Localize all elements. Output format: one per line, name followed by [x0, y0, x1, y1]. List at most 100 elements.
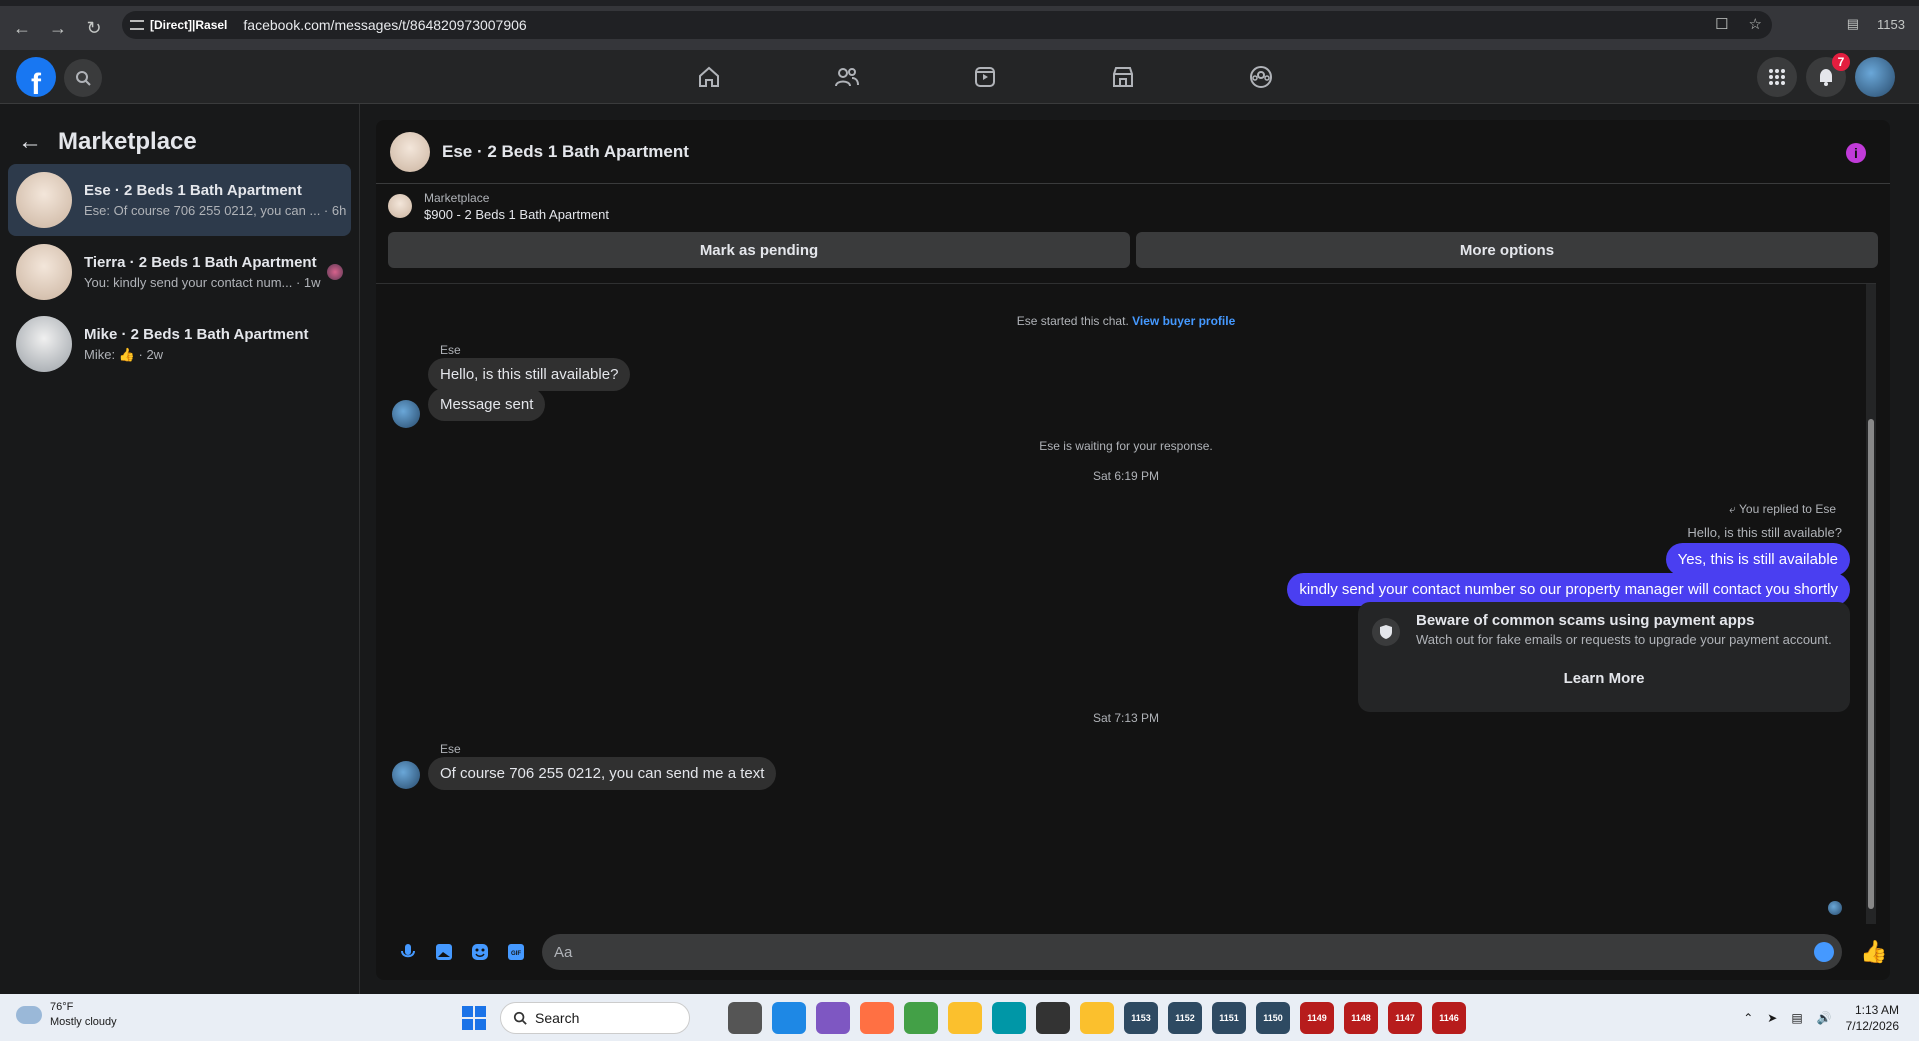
listing-small-thumbnail [388, 194, 412, 218]
conversation-item-ese[interactable]: Ese · 2 Beds 1 Bath Apartment Ese: Of co… [8, 164, 351, 236]
browser-profile-icon[interactable]: 1149 [1300, 1002, 1334, 1034]
reload-icon[interactable]: ↻ [80, 14, 108, 42]
profile-label: 1148 [1351, 1013, 1371, 1023]
browser-profile-icon[interactable]: 1146 [1432, 1002, 1466, 1034]
message-composer: GIF Aa 👍 [376, 932, 1890, 972]
site-info-chip[interactable]: [Direct]|Rasel [130, 18, 227, 32]
profile-label: 1150 [1263, 1013, 1283, 1023]
quoted-message[interactable]: Hello, is this still available? [1687, 525, 1842, 540]
nav-gaming[interactable] [1192, 50, 1330, 104]
nav-friends[interactable] [778, 50, 916, 104]
message-sender: Ese [440, 343, 461, 357]
gif-icon[interactable]: GIF [498, 943, 534, 961]
facebook-logo-letter: f [31, 68, 41, 97]
conversation-item-mike[interactable]: Mike · 2 Beds 1 Bath Apartment Mike: 👍 ·… [8, 308, 351, 380]
search-button[interactable] [64, 59, 102, 97]
nav-home[interactable] [640, 50, 778, 104]
nav-video[interactable] [916, 50, 1054, 104]
url-text[interactable]: facebook.com/messages/t/864820973007906 [243, 17, 526, 33]
profile-label: 1146 [1439, 1013, 1459, 1023]
task-view-icon[interactable] [728, 1002, 762, 1034]
profile-label: 1151 [1219, 1013, 1239, 1023]
thumbs-up-icon: 👍 [118, 346, 135, 362]
install-icon[interactable]: ☐ [1715, 15, 1728, 33]
incoming-message[interactable]: Message sent [428, 388, 546, 421]
listing-thumbnail [16, 316, 72, 372]
notifications-button[interactable]: 7 [1806, 53, 1850, 97]
windows-taskbar: 76°F Mostly cloudy Search 1153 1152 1151… [0, 994, 1919, 1041]
app-icon[interactable] [992, 1002, 1026, 1034]
taskbar-clock[interactable]: 1:13 AM 7/12/2026 [1846, 1002, 1899, 1034]
app-icon[interactable] [816, 1002, 850, 1034]
sender-avatar[interactable] [392, 400, 420, 428]
chrome-icon[interactable] [1080, 1002, 1114, 1034]
extensions-icon[interactable]: ▤ [1847, 16, 1859, 32]
browser-profile-icon[interactable]: 1152 [1168, 1002, 1202, 1034]
nav-marketplace[interactable] [1054, 50, 1192, 104]
view-buyer-profile-link[interactable]: View buyer profile [1132, 314, 1235, 328]
chat-title[interactable]: Ese · 2 Beds 1 Bath Apartment [442, 142, 689, 162]
search-icon [513, 1011, 527, 1025]
learn-more-button[interactable]: Learn More [1358, 670, 1850, 687]
app-icon[interactable] [1036, 1002, 1070, 1034]
emoji-icon[interactable] [1814, 942, 1834, 962]
back-icon[interactable]: ← [8, 14, 36, 42]
scrollbar[interactable] [1866, 284, 1876, 924]
scam-warning-card: Beware of common scams using payment app… [1358, 602, 1850, 712]
sticker-icon[interactable] [462, 943, 498, 961]
reply-indicator-text: You replied to Ese [1739, 502, 1836, 516]
forward-icon[interactable]: → [44, 14, 72, 42]
profile-label: 1147 [1395, 1013, 1415, 1023]
more-options-button[interactable]: More options [1136, 232, 1878, 268]
app-icon[interactable] [904, 1002, 938, 1034]
outgoing-message[interactable]: Yes, this is still available [1665, 543, 1850, 576]
conversation-title: Tierra · 2 Beds 1 Bath Apartment [84, 254, 317, 271]
message-list: Ese started this chat. View buyer profil… [376, 283, 1876, 924]
chat-header: Ese · 2 Beds 1 Bath Apartment i [376, 120, 1890, 184]
photo-icon[interactable] [426, 943, 462, 961]
windows-start-icon[interactable] [462, 1006, 486, 1030]
browser-profile-icon[interactable]: 1153 [1124, 1002, 1158, 1034]
firefox-icon[interactable] [860, 1002, 894, 1034]
info-icon[interactable]: i [1846, 143, 1866, 163]
menu-button[interactable] [1757, 57, 1797, 97]
conversation-sidebar: ← Marketplace Ese · 2 Beds 1 Bath Apartm… [0, 104, 360, 994]
microphone-icon[interactable] [390, 943, 426, 961]
chat-thumbnail[interactable] [390, 131, 430, 172]
scam-warning-title: Beware of common scams using payment app… [1416, 612, 1755, 629]
chrome-icon[interactable] [948, 1002, 982, 1034]
edge-icon[interactable] [772, 1002, 806, 1034]
profile-avatar[interactable] [1855, 57, 1895, 97]
like-icon[interactable]: 👍 [1860, 939, 1887, 965]
marketplace-icon [1113, 67, 1133, 87]
send-icon[interactable]: ➤ [1767, 1011, 1777, 1025]
browser-profile-icon[interactable]: 1148 [1344, 1002, 1378, 1034]
mark-pending-button[interactable]: Mark as pending [388, 232, 1130, 268]
tab-strip [0, 0, 1919, 6]
network-icon[interactable]: ▤ [1791, 1011, 1802, 1025]
weather-widget[interactable]: 76°F Mostly cloudy [16, 1000, 117, 1030]
browser-profile-icon[interactable]: 1150 [1256, 1002, 1290, 1034]
notification-badge: 7 [1832, 53, 1850, 71]
volume-icon[interactable]: 🔊 [1817, 1011, 1832, 1025]
address-bar[interactable]: [Direct]|Rasel facebook.com/messages/t/8… [122, 11, 1772, 39]
tab-count[interactable]: 1153 [1877, 17, 1905, 32]
back-arrow-icon[interactable]: ← [18, 128, 42, 156]
taskbar-search[interactable]: Search [500, 1002, 690, 1034]
conversation-item-tierra[interactable]: Tierra · 2 Beds 1 Bath Apartment You: ki… [8, 236, 351, 308]
profile-label: 1149 [1307, 1013, 1327, 1023]
message-input[interactable]: Aa [542, 934, 1842, 970]
bookmark-star-icon[interactable]: ☆ [1749, 15, 1762, 33]
incoming-message[interactable]: Of course 706 255 0212, you can send me … [428, 757, 777, 790]
friends-icon [835, 68, 859, 87]
cloud-icon [16, 1006, 42, 1024]
scrollbar-thumb[interactable] [1868, 419, 1874, 909]
sender-avatar[interactable] [392, 761, 420, 789]
browser-profile-icon[interactable]: 1151 [1212, 1002, 1246, 1034]
preview-sender: Mike: [84, 346, 116, 362]
incoming-message[interactable]: Hello, is this still available? [428, 358, 631, 391]
browser-profile-icon[interactable]: 1147 [1388, 1002, 1422, 1034]
chevron-up-icon[interactable]: ⌃ [1743, 1011, 1753, 1025]
facebook-logo[interactable]: f [16, 57, 56, 97]
listing-summary[interactable]: Marketplace $900 - 2 Beds 1 Bath Apartme… [376, 184, 1890, 228]
